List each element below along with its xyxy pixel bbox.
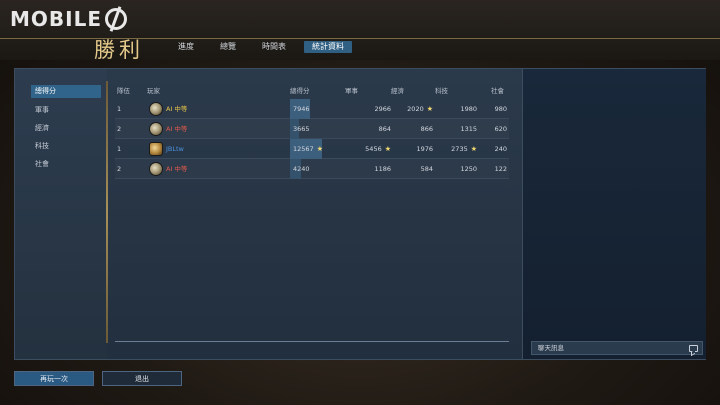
col-society[interactable]: 社會	[491, 85, 504, 97]
cell-economy: 1976	[416, 145, 433, 153]
star-icon: ★	[316, 145, 323, 153]
cell-technology: 1250	[460, 165, 477, 173]
star-icon: ★	[470, 145, 477, 153]
brand-logo: MOBILE	[10, 7, 127, 31]
chat-bubble-icon[interactable]	[689, 345, 698, 352]
table-header: 隊伍 玩家 總得分 軍事 經濟 科技 社會	[115, 85, 509, 99]
tab-progress[interactable]: 進度	[170, 41, 202, 53]
table-footer-divider	[115, 341, 509, 342]
sidebar-item-society[interactable]: 社會	[31, 158, 101, 171]
table-row[interactable]: 2 AI 中等 3665 864 866 1315 620	[115, 119, 509, 139]
sidebar-item-economy[interactable]: 經濟	[31, 122, 101, 135]
col-player[interactable]: 玩家	[147, 85, 160, 97]
cell-total-score: 12567 ★	[293, 145, 323, 153]
tab-overview[interactable]: 總覽	[212, 41, 244, 53]
statistics-panel: 總得分 軍事 經濟 科技 社會 隊伍 玩家 總得分 軍事 經濟 科技 社會 1 A…	[14, 68, 706, 360]
cell-total-score: 7946	[293, 105, 310, 113]
play-again-button[interactable]: 再玩一次	[14, 371, 94, 386]
sidebar-item-military[interactable]: 軍事	[31, 104, 101, 117]
star-icon: ★	[426, 105, 433, 113]
chat-panel: 聊天訊息	[522, 69, 706, 359]
cell-total-score: 4240	[293, 165, 310, 173]
player-avatar-icon	[149, 142, 163, 156]
cell-technology: 1315	[460, 125, 477, 133]
cell-society: 620	[494, 125, 507, 133]
cell-player-name[interactable]: AI 中等	[166, 119, 187, 139]
cell-economy: 2020 ★	[407, 105, 433, 113]
col-technology[interactable]: 科技	[435, 85, 448, 97]
category-sidebar: 總得分 軍事 經濟 科技 社會	[15, 69, 108, 359]
star-icon: ★	[384, 145, 391, 153]
cell-team: 2	[117, 165, 122, 173]
cell-military: 864	[378, 125, 391, 133]
col-military[interactable]: 軍事	[345, 85, 358, 97]
brand-logo-text: MOBILE	[10, 7, 102, 31]
cell-technology: 1980	[460, 105, 477, 113]
table-row[interactable]: 1 AI 中等 7946 2966 2020 ★ 1980 980	[115, 99, 509, 119]
page-title: 勝利	[94, 38, 144, 62]
cell-team: 1	[117, 105, 122, 113]
ai-avatar-icon	[149, 122, 163, 136]
cell-player-name[interactable]: JBLtw	[166, 139, 184, 159]
col-economy[interactable]: 經濟	[391, 85, 404, 97]
ai-avatar-icon	[149, 102, 163, 116]
header-tabs: 進度 總覽 時間表 統計資料	[170, 41, 362, 54]
col-team[interactable]: 隊伍	[117, 85, 130, 97]
cell-team: 1	[117, 145, 122, 153]
col-total-score[interactable]: 總得分	[290, 85, 310, 97]
table-row[interactable]: 1 JBLtw 12567 ★ 5456 ★ 1976 2735 ★ 240	[115, 139, 509, 159]
sidebar-item-technology[interactable]: 科技	[31, 140, 101, 153]
sidebar-item-total-score[interactable]: 總得分	[31, 85, 101, 98]
table-row[interactable]: 2 AI 中等 4240 1186 584 1250 122	[115, 159, 509, 179]
cell-technology: 2735 ★	[451, 145, 477, 153]
brand-logo-mark-icon	[105, 8, 127, 30]
cell-society: 122	[494, 165, 507, 173]
tab-statistics[interactable]: 統計資料	[304, 41, 352, 53]
tab-timeline[interactable]: 時間表	[254, 41, 294, 53]
cell-economy: 866	[420, 125, 433, 133]
chat-bar[interactable]: 聊天訊息	[531, 341, 703, 355]
cell-economy: 584	[420, 165, 433, 173]
cell-team: 2	[117, 125, 122, 133]
cell-military: 1186	[374, 165, 391, 173]
sidebar-divider	[106, 81, 108, 343]
cell-society: 240	[494, 145, 507, 153]
chat-label: 聊天訊息	[538, 344, 564, 352]
cell-player-name[interactable]: AI 中等	[166, 99, 187, 119]
cell-total-score: 3665	[293, 125, 310, 133]
cell-military: 2966	[374, 105, 391, 113]
exit-button[interactable]: 退出	[102, 371, 182, 386]
cell-society: 980	[494, 105, 507, 113]
cell-military: 5456 ★	[365, 145, 391, 153]
cell-player-name[interactable]: AI 中等	[166, 159, 187, 179]
ai-avatar-icon	[149, 162, 163, 176]
